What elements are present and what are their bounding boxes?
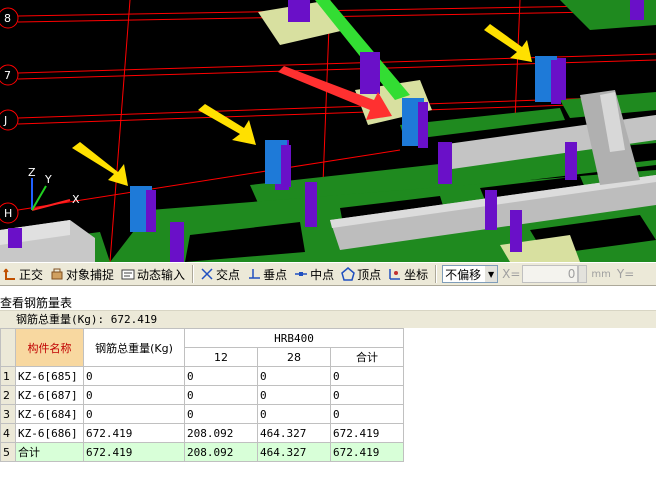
vertex-button[interactable]: 顶点 [338, 264, 384, 284]
axis-gizmo: Z Y X [28, 166, 80, 211]
table-row[interactable]: 3 KZ-6[684] 0 0 0 0 [0, 404, 404, 424]
row-number: 2 [0, 385, 16, 405]
table-row[interactable]: 4 KZ-6[686] 672.419 208.092 464.327 672.… [0, 423, 404, 443]
header-diameter-28[interactable]: 28 [257, 347, 331, 367]
cell-diameter-28[interactable]: 0 [257, 404, 331, 424]
cell-component-name[interactable]: KZ-6[687] [15, 385, 84, 405]
snap-toolbar: 正交 对象捕捉 动态输入 交点 垂点 中点 顶点 坐标 不偏移 ▼ X= 0 m… [0, 262, 656, 286]
row-number-header [0, 328, 16, 367]
y-coordinate-label: Y= [616, 267, 635, 281]
header-diameter-12[interactable]: 12 [184, 347, 258, 367]
cell-total-weight[interactable]: 0 [83, 366, 185, 386]
vertex-label: 顶点 [357, 267, 382, 282]
header-hrb400-group[interactable]: HRB400 [184, 328, 404, 348]
model-canvas[interactable]: Z Y X 8 7 J H [0, 0, 656, 262]
x-coordinate-label: X= [502, 267, 521, 281]
midpoint-label: 中点 [310, 267, 335, 282]
cell-component-name[interactable]: KZ-6[684] [15, 404, 84, 424]
table-row[interactable]: 2 KZ-6[687] 0 0 0 0 [0, 385, 404, 405]
row-number: 3 [0, 404, 16, 424]
cell-diameter-28[interactable]: 0 [257, 385, 331, 405]
cell-subtotal[interactable]: 0 [330, 385, 404, 405]
dynamic-input-icon [121, 267, 135, 281]
row-number: 1 [0, 366, 16, 386]
object-snap-label: 对象捕捉 [66, 267, 115, 282]
cell-subtotal[interactable]: 672.419 [330, 442, 404, 462]
x-coordinate-spinner[interactable] [578, 265, 588, 283]
x-coordinate-value: 0 [567, 267, 576, 281]
cell-diameter-12[interactable]: 0 [184, 385, 258, 405]
x-coordinate-input[interactable]: 0 [522, 265, 579, 283]
midpoint-icon [294, 267, 308, 281]
row-number: 5 [0, 442, 16, 462]
offset-mode-value: 不偏移 [445, 267, 482, 282]
chevron-down-icon[interactable]: ▼ [485, 266, 498, 282]
cell-total-weight[interactable]: 0 [83, 385, 185, 405]
total-weight-line: 钢筋总重量(Kg): 672.419 [0, 310, 656, 328]
cell-component-name[interactable]: 合计 [15, 442, 84, 462]
offset-mode-select[interactable]: 不偏移 ▼ [442, 265, 499, 283]
grid-label-7: 7 [4, 69, 11, 82]
cell-total-weight[interactable]: 672.419 [83, 423, 185, 443]
intersection-label: 交点 [216, 267, 241, 282]
grid-axis-labels: 8 7 J H [0, 7, 19, 224]
coordinate-button[interactable]: 坐标 [385, 264, 431, 284]
object-snap-button[interactable]: 对象捕捉 [47, 264, 117, 284]
cell-diameter-12[interactable]: 0 [184, 366, 258, 386]
cell-diameter-28[interactable]: 464.327 [257, 423, 331, 443]
cell-subtotal[interactable]: 672.419 [330, 423, 404, 443]
intersection-button[interactable]: 交点 [197, 264, 243, 284]
coordinate-label: 坐标 [404, 267, 429, 282]
axis-y-label: Y [44, 173, 52, 186]
cell-subtotal[interactable]: 0 [330, 404, 404, 424]
perpendicular-icon [247, 267, 261, 281]
panel-title: 查看钢筋量表 [0, 296, 73, 310]
table-row[interactable]: 1 KZ-6[685] 0 0 0 0 [0, 366, 404, 386]
cell-total-weight[interactable]: 0 [83, 404, 185, 424]
snap-icon [50, 267, 64, 281]
header-total-weight[interactable]: 钢筋总重量(Kg) [83, 328, 185, 367]
toolbar-separator [435, 265, 438, 283]
grid-label-j: J [3, 114, 7, 127]
cell-diameter-28[interactable]: 0 [257, 366, 331, 386]
table-row-total[interactable]: 5 合计 672.419 208.092 464.327 672.419 [0, 442, 404, 462]
axis-x-label: X [72, 193, 80, 206]
intersection-icon [200, 267, 214, 281]
cell-diameter-12[interactable]: 208.092 [184, 423, 258, 443]
grid-label-8: 8 [4, 12, 11, 25]
row-number: 4 [0, 423, 16, 443]
axis-z-label: Z [28, 166, 36, 179]
midpoint-button[interactable]: 中点 [291, 264, 337, 284]
ortho-button[interactable]: 正交 [0, 264, 46, 284]
grid-label-h: H [4, 207, 12, 220]
perpendicular-button[interactable]: 垂点 [244, 264, 290, 284]
cell-subtotal[interactable]: 0 [330, 366, 404, 386]
rebar-quantity-table: 构件名称 钢筋总重量(Kg) HRB400 12 28 合计 1 KZ-6[68… [0, 328, 404, 462]
vertex-icon [341, 267, 355, 281]
cell-component-name[interactable]: KZ-6[686] [15, 423, 84, 443]
cell-total-weight[interactable]: 672.419 [83, 442, 185, 462]
cell-diameter-28[interactable]: 464.327 [257, 442, 331, 462]
model-viewport[interactable]: Z Y X 8 7 J H [0, 0, 656, 262]
x-unit-label: mm [591, 268, 611, 280]
ortho-icon [3, 267, 17, 281]
coordinate-icon [388, 267, 402, 281]
toolbar-separator [192, 265, 195, 283]
cell-diameter-12[interactable]: 208.092 [184, 442, 258, 462]
dynamic-input-button[interactable]: 动态输入 [118, 264, 188, 284]
dynamic-input-label: 动态输入 [137, 267, 186, 282]
header-component-name[interactable]: 构件名称 [15, 328, 84, 367]
cell-diameter-12[interactable]: 0 [184, 404, 258, 424]
perpendicular-label: 垂点 [263, 267, 288, 282]
cell-component-name[interactable]: KZ-6[685] [15, 366, 84, 386]
header-subtotal[interactable]: 合计 [330, 347, 404, 367]
ortho-label: 正交 [19, 267, 44, 282]
